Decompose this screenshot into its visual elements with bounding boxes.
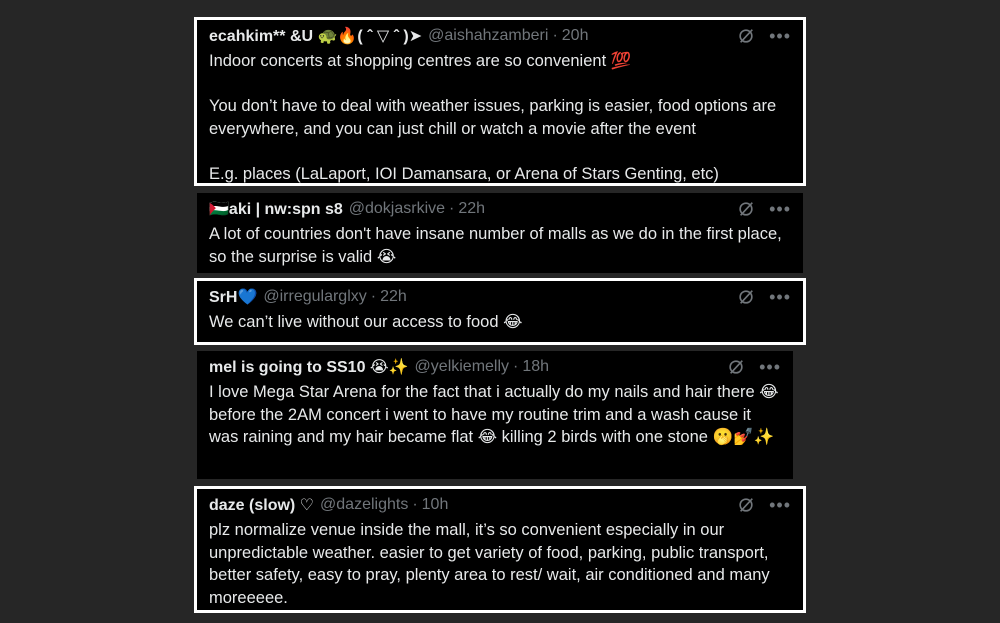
- separator-dot: ·: [449, 200, 455, 217]
- timestamp[interactable]: 22h: [380, 288, 407, 306]
- display-name[interactable]: 🇵🇸aki | nw:spn s8: [209, 199, 343, 219]
- tweet-actions: •••: [737, 199, 791, 219]
- user-handle[interactable]: @dokjasrkive: [349, 200, 445, 218]
- tweet-text: We can’t live without our access to food…: [209, 313, 523, 331]
- display-name[interactable]: SrH💙: [209, 287, 257, 307]
- grok-icon[interactable]: [727, 358, 745, 376]
- tweet-card[interactable]: 🇵🇸aki | nw:spn s8 @dokjasrkive · 22h •••…: [197, 193, 803, 273]
- separator-dot: ·: [552, 27, 558, 44]
- tweet-actions: •••: [727, 357, 781, 377]
- tweet-header: daze (slow) ♡ @dazelights · 10h •••: [209, 495, 791, 515]
- separator-dot: ·: [513, 358, 519, 375]
- user-handle[interactable]: @irregularglxy: [263, 288, 366, 306]
- separator-dot: ·: [370, 288, 377, 305]
- tweet-card[interactable]: daze (slow) ♡ @dazelights · 10h ••• plz …: [194, 486, 806, 613]
- tweet-actions: •••: [737, 287, 791, 307]
- user-handle[interactable]: @aishahzamberi: [428, 27, 548, 45]
- display-name[interactable]: daze (slow) ♡: [209, 495, 314, 515]
- tweet-text: plz normalize venue inside the mall, it’…: [209, 521, 770, 607]
- timestamp[interactable]: 20h: [562, 27, 589, 45]
- tweet-text: A lot of countries don't have insane num…: [209, 225, 782, 266]
- user-handle[interactable]: @yelkiemelly: [415, 358, 509, 376]
- tweet-header: SrH💙 @irregularglxy · 22h •••: [209, 287, 791, 307]
- display-name[interactable]: ecahkim** &U 🐢🔥( ˆ ▽ ˆ )➤: [209, 26, 422, 46]
- tweet-card[interactable]: ecahkim** &U 🐢🔥( ˆ ▽ ˆ )➤ @aishahzamberi…: [194, 17, 806, 186]
- timestamp[interactable]: 10h: [422, 496, 449, 514]
- tweet-header: ecahkim** &U 🐢🔥( ˆ ▽ ˆ )➤ @aishahzamberi…: [209, 26, 791, 46]
- grok-icon[interactable]: [737, 496, 755, 514]
- more-options-icon[interactable]: •••: [769, 496, 791, 514]
- timestamp[interactable]: 22h: [458, 200, 485, 218]
- grok-icon[interactable]: [737, 288, 755, 306]
- more-options-icon[interactable]: •••: [759, 358, 781, 376]
- tweet-text: I love Mega Star Arena for the fact that…: [209, 383, 779, 446]
- grok-icon[interactable]: [737, 27, 755, 45]
- tweet-actions: •••: [737, 26, 791, 46]
- display-name[interactable]: mel is going to SS10 😭✨: [209, 357, 409, 377]
- separator-dot: ·: [412, 496, 418, 513]
- tweet-text: Indoor concerts at shopping centres are …: [209, 52, 777, 183]
- timestamp[interactable]: 18h: [522, 358, 549, 376]
- more-options-icon[interactable]: •••: [769, 288, 791, 306]
- tweet-header: 🇵🇸aki | nw:spn s8 @dokjasrkive · 22h •••: [209, 199, 791, 219]
- grok-icon[interactable]: [737, 200, 755, 218]
- more-options-icon[interactable]: •••: [769, 200, 791, 218]
- user-handle[interactable]: @dazelights: [320, 496, 408, 514]
- tweet-card[interactable]: SrH💙 @irregularglxy · 22h ••• We can’t l…: [194, 278, 806, 345]
- tweet-actions: •••: [737, 495, 791, 515]
- tweet-card[interactable]: mel is going to SS10 😭✨ @yelkiemelly · 1…: [197, 351, 793, 479]
- tweet-header: mel is going to SS10 😭✨ @yelkiemelly · 1…: [209, 357, 781, 377]
- more-options-icon[interactable]: •••: [769, 27, 791, 45]
